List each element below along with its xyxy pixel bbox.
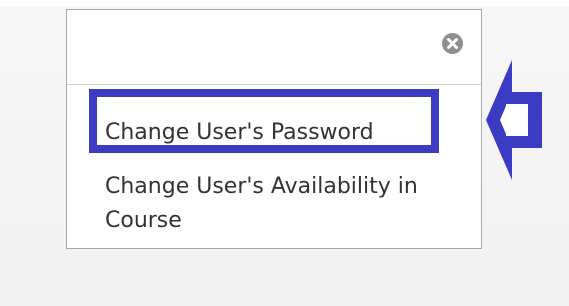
top-strip	[0, 0, 569, 6]
left-arrow-icon	[486, 60, 542, 180]
menu-header	[67, 10, 481, 85]
close-button[interactable]	[442, 33, 463, 54]
change-password-menu-item[interactable]: Change User's Password	[105, 116, 374, 150]
close-circle-icon	[447, 38, 458, 49]
change-availability-menu-item[interactable]: Change User's Availability in Course	[105, 170, 465, 238]
context-menu: Change User's Password Change User's Ava…	[66, 9, 482, 249]
